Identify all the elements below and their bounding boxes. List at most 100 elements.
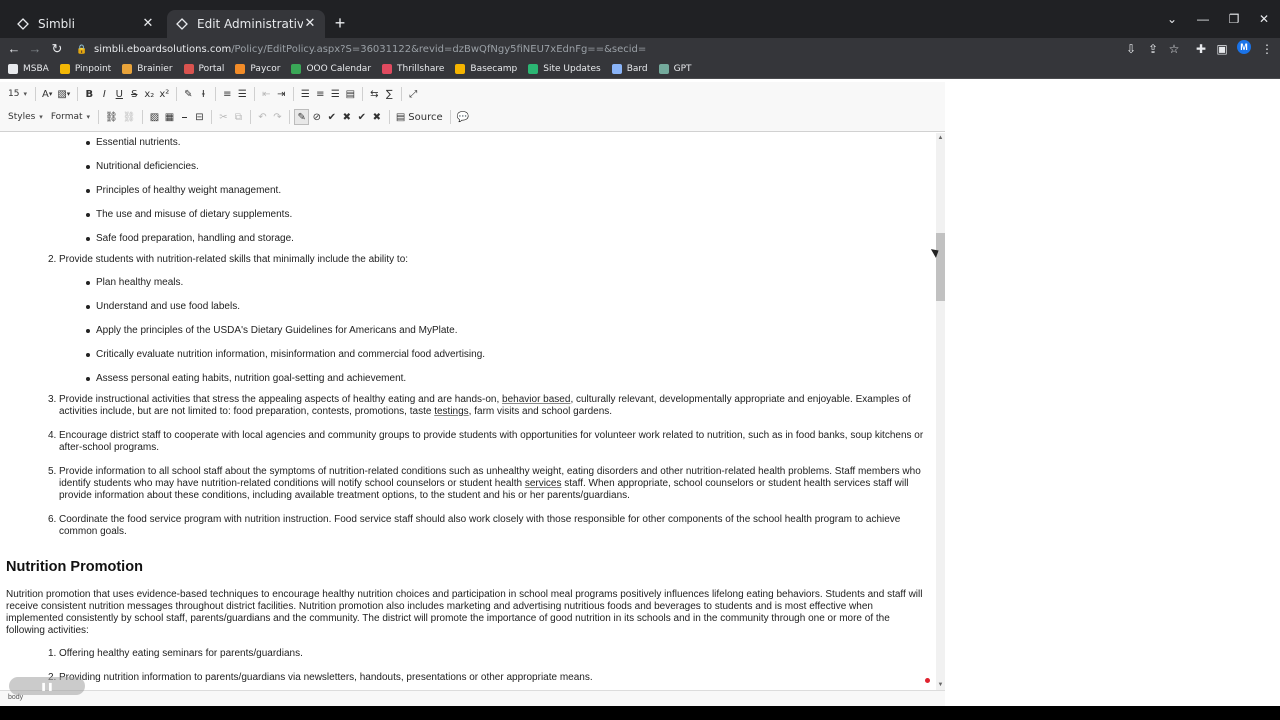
profile-avatar[interactable]: M: [1237, 40, 1251, 54]
tracked-change[interactable]: services: [525, 478, 562, 489]
vertical-scrollbar[interactable]: ▲ ▼: [936, 133, 945, 690]
format-select[interactable]: Format ▾: [47, 112, 94, 122]
styles-select[interactable]: Styles ▾: [4, 112, 47, 122]
bookmark-item[interactable]: MSBA: [8, 64, 49, 74]
bookmark-star-icon[interactable]: ☆: [1166, 41, 1182, 57]
bookmark-label: Bard: [626, 64, 648, 74]
background-color-icon[interactable]: ▧ ▾: [55, 86, 72, 102]
indent-icon[interactable]: ⇥: [274, 86, 288, 102]
element-path[interactable]: body: [8, 694, 23, 701]
recording-controls[interactable]: ❚❚: [9, 677, 85, 695]
tab-search-chevron-icon[interactable]: ⌄: [1164, 12, 1180, 26]
bookmark-label: Pinpoint: [74, 64, 112, 74]
comment-icon[interactable]: 💬: [455, 109, 471, 125]
maximize-icon[interactable]: ⤢: [406, 86, 420, 102]
font-size-select[interactable]: 15 ▾: [4, 89, 31, 99]
bookmark-label: GPT: [673, 64, 692, 74]
list-item: Essential nutrients.: [86, 137, 181, 148]
page-break-icon[interactable]: ⊟: [192, 109, 206, 125]
remove-format-icon[interactable]: Ɨ: [196, 86, 210, 102]
tab-title: Edit Administrative Procedure AÀ: [197, 17, 303, 31]
track-changes-icon[interactable]: ✎: [294, 109, 309, 125]
install-icon[interactable]: ⇩: [1123, 41, 1139, 57]
reload-icon[interactable]: ↻: [49, 41, 65, 57]
bookmark-item[interactable]: Brainier: [122, 64, 173, 74]
bold-icon[interactable]: B: [82, 86, 96, 102]
bookmark-item[interactable]: GPT: [658, 64, 692, 74]
copy-format-icon[interactable]: ✎: [181, 86, 195, 102]
outdent-icon[interactable]: ⇤: [259, 86, 273, 102]
bookmark-item[interactable]: Portal: [183, 64, 224, 74]
back-icon[interactable]: ←: [6, 41, 22, 57]
text-color-icon[interactable]: A ▾: [40, 86, 54, 102]
close-window-icon[interactable]: ✕: [1256, 12, 1272, 26]
unlink-icon[interactable]: ⛓: [121, 109, 138, 125]
editor-toolbar: 15 ▾ A ▾ ▧ ▾ B I U S x₂ x² ✎ Ɨ ≡ ☰ ⇤ ⇥ ☰ ≡ …: [0, 82, 945, 132]
link-icon[interactable]: ⛓: [103, 109, 120, 125]
bulleted-list-icon[interactable]: ☰: [235, 86, 249, 102]
numbered-list-icon[interactable]: ≡: [220, 86, 234, 102]
reject-all-icon[interactable]: ✖: [370, 109, 384, 125]
source-button[interactable]: ▤ Source: [394, 109, 445, 125]
bookmark-favicon-icon: [59, 64, 70, 74]
scroll-up-icon[interactable]: ▲: [936, 133, 945, 143]
menu-kebab-icon[interactable]: ⋮: [1259, 41, 1275, 57]
subscript-icon[interactable]: x₂: [142, 86, 156, 102]
bookmark-favicon-icon: [291, 64, 302, 74]
pause-icon[interactable]: ❚❚: [40, 682, 53, 691]
tab-edit-procedure[interactable]: Edit Administrative Procedure AÀ ✕: [167, 10, 325, 38]
bookmark-item[interactable]: Site Updates: [528, 64, 601, 74]
reject-change-icon[interactable]: ✖: [340, 109, 354, 125]
ordered-list-item: 4. Encourage district staff to cooperate…: [48, 430, 931, 454]
bookmark-item[interactable]: Thrillshare: [382, 64, 444, 74]
tracked-change[interactable]: testings: [434, 406, 468, 417]
close-tab-icon[interactable]: ✕: [303, 17, 317, 31]
tracked-change[interactable]: behavior based: [502, 394, 570, 405]
side-panel-icon[interactable]: ▣: [1214, 41, 1230, 57]
align-left-icon[interactable]: ☰: [298, 86, 312, 102]
cut-icon[interactable]: ✂: [216, 109, 230, 125]
formula-icon[interactable]: ∑: [382, 86, 396, 102]
undo-icon[interactable]: ↶: [255, 109, 269, 125]
underline-icon[interactable]: U: [112, 86, 126, 102]
align-right-icon[interactable]: ☰: [328, 86, 342, 102]
list-item: Apply the principles of the USDA's Dieta…: [86, 325, 458, 336]
list-number: 5.: [48, 466, 57, 477]
horizontal-line-icon[interactable]: ⎯: [177, 109, 191, 125]
accept-change-icon[interactable]: ✔: [325, 109, 339, 125]
restore-icon[interactable]: ❐: [1226, 12, 1242, 26]
new-tab-button[interactable]: +: [331, 13, 349, 33]
close-tab-icon[interactable]: ✕: [141, 17, 155, 31]
accept-all-icon[interactable]: ✔: [355, 109, 369, 125]
section-paragraph: Nutrition promotion that uses evidence-b…: [6, 589, 923, 636]
show-changes-icon[interactable]: ⊘: [310, 109, 324, 125]
bookmark-item[interactable]: OOO Calendar: [291, 64, 371, 74]
list-item: Safe food preparation, handling and stor…: [86, 233, 294, 244]
copy-icon[interactable]: ⧉: [231, 109, 245, 125]
table-icon[interactable]: ▦: [162, 109, 176, 125]
bookmark-item[interactable]: Bard: [611, 64, 648, 74]
bookmark-favicon-icon: [658, 64, 669, 74]
align-center-icon[interactable]: ≡: [313, 86, 327, 102]
list-item: Assess personal eating habits, nutrition…: [85, 373, 407, 384]
share-icon[interactable]: ⇪: [1145, 41, 1161, 57]
address-bar[interactable]: 🔒 simbli.eboardsolutions.com /Policy/Edi…: [76, 40, 1106, 59]
image-icon[interactable]: ▨: [147, 109, 161, 125]
scrollbar-thumb[interactable]: [936, 233, 945, 301]
strikethrough-icon[interactable]: S: [127, 86, 141, 102]
minimize-icon[interactable]: —: [1195, 12, 1211, 26]
bookmark-item[interactable]: Pinpoint: [59, 64, 112, 74]
bookmark-favicon-icon: [235, 64, 246, 74]
italic-icon[interactable]: I: [97, 86, 111, 102]
tab-simbli[interactable]: Simbli ✕: [8, 10, 163, 38]
extensions-icon[interactable]: ✚: [1193, 41, 1209, 57]
editor-content-area[interactable]: Essential nutrients. Nutritional deficie…: [0, 133, 936, 690]
forward-icon[interactable]: →: [27, 41, 43, 57]
bookmark-item[interactable]: Paycor: [235, 64, 280, 74]
superscript-icon[interactable]: x²: [157, 86, 171, 102]
align-justify-icon[interactable]: ▤: [343, 86, 357, 102]
bookmark-item[interactable]: Basecamp: [455, 64, 517, 74]
text-direction-icon[interactable]: ⇆: [367, 86, 381, 102]
redo-icon[interactable]: ↷: [270, 109, 284, 125]
scroll-down-icon[interactable]: ▼: [936, 680, 945, 690]
